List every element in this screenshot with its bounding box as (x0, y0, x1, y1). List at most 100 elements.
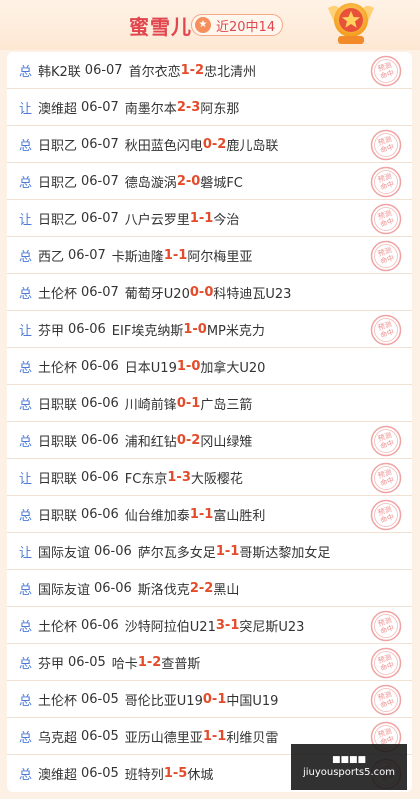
home-score: 1 (189, 210, 199, 226)
home-team: 川崎前锋 (124, 397, 177, 413)
home-team: 浦和红钻 (124, 434, 177, 450)
hit-stamp-icon: 预测命中 (370, 55, 402, 87)
bet-type-label: 总 (19, 360, 33, 376)
home-score: 1 (202, 728, 212, 744)
league-name: 芬甲 (38, 656, 65, 672)
home-score: 1 (189, 506, 199, 522)
match-date: 06-06 (81, 617, 119, 633)
prediction-row[interactable]: 总芬甲 06-05 哈卡 1 - 2 查普斯 预测 命中 (7, 644, 412, 681)
home-score: 2 (176, 173, 186, 189)
away-team: 鹿儿岛联 (226, 138, 279, 154)
away-team: 哥斯达黎加女足 (239, 545, 331, 561)
star-icon: ★ (195, 17, 211, 33)
prediction-row[interactable]: 让澳维超 06-07 南墨尔本 2 - 3 阿东那 (7, 89, 412, 126)
league-name: 土伦杯 (38, 286, 78, 302)
league-name: 日职联 (38, 471, 78, 487)
prediction-row[interactable]: 总土伦杯 06-06 日本U19 1 - 0 加拿大U20 (7, 348, 412, 385)
away-score: 2 (191, 432, 201, 448)
away-team: 今治 (213, 212, 240, 228)
bet-type-label: 总 (19, 768, 33, 783)
league-name: 澳维超 (38, 768, 78, 783)
away-score: 1 (191, 395, 201, 411)
home-team: 葡萄牙U20 (124, 286, 190, 302)
prediction-row[interactable]: 总日职乙 06-07 秋田蓝色闪电 0 - 2 鹿儿岛联 预测 命中 (7, 126, 412, 163)
prediction-row[interactable]: 让日职乙 06-07 八户云罗里 1 - 1 今治 预测 命中 (7, 200, 412, 237)
prediction-row[interactable]: 总日职联 06-06 川崎前锋 0 - 1 广岛三箭 (7, 385, 412, 422)
match-date: 06-06 (81, 358, 119, 374)
hit-stamp-icon: 预测命中 (370, 166, 402, 198)
away-team: 休城 (187, 768, 214, 783)
home-score: 3 (215, 617, 225, 633)
away-score: 2 (195, 62, 205, 78)
prediction-row[interactable]: 总国际友谊 06-06 斯洛伐克 2 - 2 黑山 (7, 570, 412, 607)
prediction-row[interactable]: 让日职联 06-06 FC东京 1 - 3 大阪樱花 预测 命中 (7, 459, 412, 496)
prediction-row[interactable]: 总日职联 06-06 仙台维加泰 1 - 1 富山胜利 预测 命中 (7, 496, 412, 533)
bet-type-label: 让 (19, 101, 33, 117)
away-score: 2 (217, 136, 227, 152)
prediction-row[interactable]: 总土伦杯 06-06 沙特阿拉伯U21 3 - 1 突尼斯U23 预测 命中 (7, 607, 412, 644)
match-date: 06-06 (81, 395, 119, 411)
prediction-row[interactable]: 让芬甲 06-06 EIF埃克纳斯 1 - 0 MP米克力 预测 命中 (7, 311, 412, 348)
ad-url[interactable]: jiuyousports5.com (303, 766, 395, 780)
match-date: 06-07 (81, 284, 119, 300)
home-score: 1 (137, 654, 147, 670)
away-team: 冈山绿雉 (200, 434, 253, 450)
home-score: 1 (163, 247, 173, 263)
match-date: 06-06 (68, 321, 106, 337)
hit-stamp-icon: 预测命中 (370, 203, 402, 235)
away-team: 富山胜利 (213, 508, 266, 524)
bet-type-label: 让 (19, 323, 33, 339)
league-name: 日职乙 (38, 138, 78, 154)
bet-type-label: 总 (19, 730, 33, 746)
prediction-row[interactable]: 总西乙 06-07 卡斯迪隆 1 - 1 阿尔梅里亚 预测 命中 (7, 237, 412, 274)
away-score: 5 (178, 766, 188, 781)
prediction-row[interactable]: 总土伦杯 06-07 葡萄牙U20 0 - 0 科特迪瓦U23 (7, 274, 412, 311)
home-team: 南墨尔本 (124, 101, 177, 117)
league-name: 土伦杯 (38, 360, 78, 376)
home-score: 1 (176, 358, 186, 374)
match-date: 06-05 (81, 691, 119, 707)
bet-type-label: 总 (19, 656, 33, 672)
away-score: 1 (230, 617, 240, 633)
home-score: 2 (176, 99, 186, 115)
bet-type-label: 总 (19, 286, 33, 302)
home-team: 首尔衣恋 (128, 64, 181, 80)
home-score: 0 (189, 284, 199, 300)
hit-stamp-icon: 预测命中 (370, 425, 402, 457)
prediction-row[interactable]: 总日职联 06-06 浦和红钻 0 - 2 冈山绿雉 预测 命中 (7, 422, 412, 459)
match-date: 06-06 (81, 506, 119, 522)
away-score: 0 (191, 173, 201, 189)
league-name: 土伦杯 (38, 693, 78, 709)
away-team: 利维贝雷 (226, 730, 279, 746)
away-team: 忠北清州 (204, 64, 257, 80)
home-team: 秋田蓝色闪电 (124, 138, 203, 154)
match-date: 06-05 (81, 766, 119, 781)
header-bar: 蜜雪儿 ★ 近20中14 (0, 0, 420, 50)
match-date: 06-06 (94, 580, 132, 596)
bet-type-label: 让 (19, 471, 33, 487)
bet-type-label: 让 (19, 545, 33, 561)
away-team: 磐城FC (200, 175, 243, 191)
match-date: 06-07 (81, 99, 119, 115)
league-name: 日职乙 (38, 175, 78, 191)
match-date: 06-06 (81, 432, 119, 448)
home-score: 1 (163, 766, 173, 781)
prediction-row[interactable]: 总土伦杯 06-05 哥伦比亚U19 0 - 1 中国U19 预测 命中 (7, 681, 412, 718)
home-team: 卡斯迪隆 (111, 249, 164, 265)
prediction-row[interactable]: 让国际友谊 06-06 萨尔瓦多女足 1 - 1 哥斯达黎加女足 (7, 533, 412, 570)
bet-type-label: 总 (19, 64, 33, 80)
home-score: 1 (167, 469, 177, 485)
prediction-row[interactable]: 总日职乙 06-07 德岛漩涡 2 - 0 磐城FC 预测 命中 (7, 163, 412, 200)
home-team: 八户云罗里 (124, 212, 190, 228)
away-team: 中国U19 (226, 693, 279, 709)
match-date: 06-06 (81, 469, 119, 485)
away-score: 1 (204, 506, 214, 522)
bet-type-label: 总 (19, 434, 33, 450)
league-name: 日职联 (38, 508, 78, 524)
prediction-row[interactable]: 总韩K2联 06-07 首尔衣恋 1 - 2 忠北清州 预测 命中 (7, 52, 412, 89)
watermark-ad[interactable]: ■■■■ jiuyousports5.com (291, 744, 407, 790)
record-badge: ★ 近20中14 (191, 14, 283, 36)
bet-type-label: 总 (19, 249, 33, 265)
away-score: 1 (178, 247, 188, 263)
bet-type-label: 总 (19, 693, 33, 709)
